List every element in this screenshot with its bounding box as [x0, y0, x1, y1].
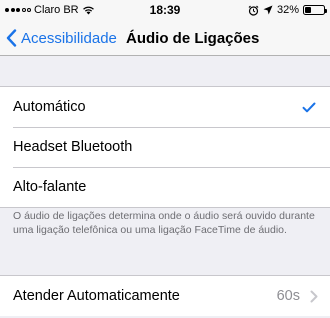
back-button[interactable]: Acessibilidade — [6, 20, 117, 56]
battery-fill — [305, 7, 311, 13]
audio-routing-options: Automático Headset Bluetooth Alto-falant… — [0, 86, 330, 208]
section-footer-description: O áudio de ligações determina onde o áud… — [13, 210, 315, 236]
chevron-right-icon — [310, 276, 318, 316]
page-title: Áudio de Ligações — [126, 29, 260, 47]
option-row-speaker[interactable]: Alto-falante — [0, 167, 330, 207]
battery-icon — [303, 5, 327, 15]
checkmark-icon — [302, 87, 316, 127]
chevron-left-icon — [6, 29, 17, 47]
location-arrow-icon — [263, 5, 273, 15]
option-label: Headset Bluetooth — [13, 139, 133, 155]
option-row-bluetooth-headset[interactable]: Headset Bluetooth — [0, 127, 330, 167]
auto-answer-value: 60s — [276, 288, 300, 304]
auto-answer-row[interactable]: Atender Automaticamente 60s — [0, 276, 330, 316]
back-button-label: Acessibilidade — [21, 29, 117, 47]
auto-answer-group: Atender Automaticamente 60s — [0, 275, 330, 316]
option-row-automatic[interactable]: Automático — [0, 87, 330, 127]
option-label: Automático — [13, 99, 86, 115]
alarm-icon — [248, 5, 259, 16]
battery-percentage: 32% — [276, 4, 299, 16]
auto-answer-label: Atender Automaticamente — [13, 288, 180, 304]
navigation-bar: Acessibilidade Áudio de Ligações — [0, 20, 330, 56]
option-label: Alto-falante — [13, 179, 87, 195]
status-bar: Claro BR 18:39 32% — [0, 0, 330, 20]
status-bar-right: 32% — [248, 0, 327, 20]
